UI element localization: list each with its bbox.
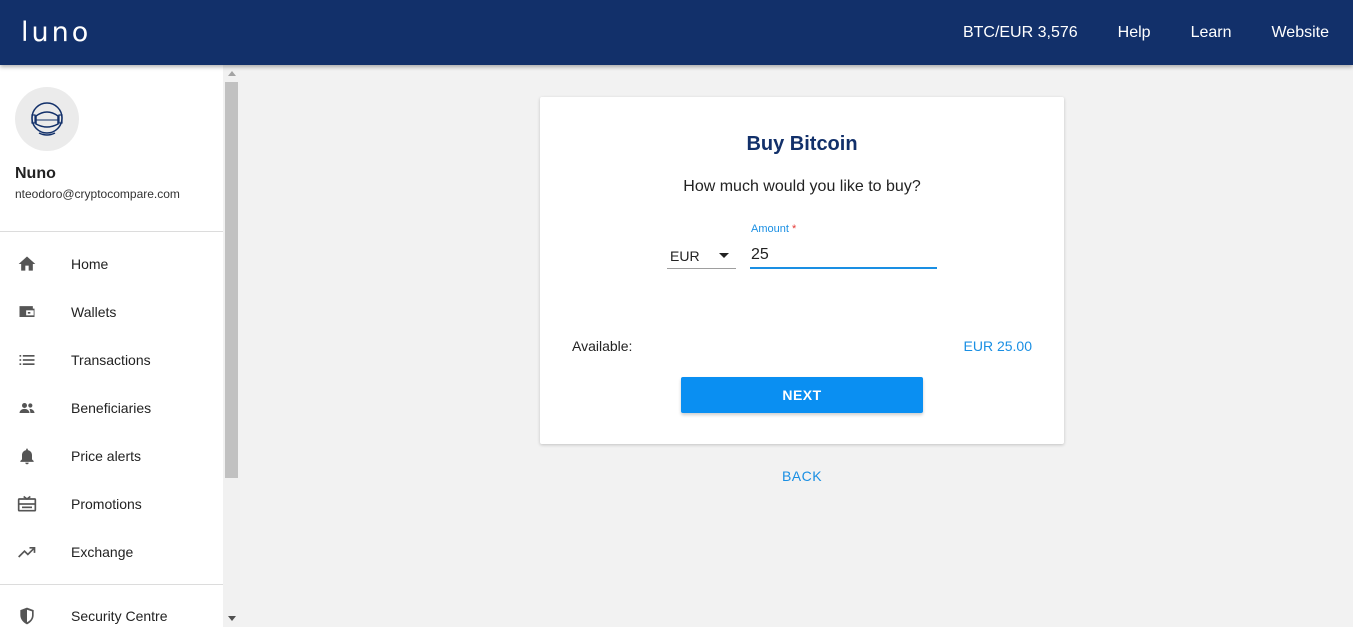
sidebar-item-price-alerts[interactable]: Price alerts <box>0 432 223 480</box>
scrollbar-thumb[interactable] <box>225 82 238 478</box>
available-balance[interactable]: EUR 25.00 <box>964 338 1032 354</box>
astronaut-helmet-icon <box>31 102 63 136</box>
scroll-up-arrow-icon[interactable] <box>223 65 240 82</box>
top-nav: BTC/EUR 3,576 Help Learn Website <box>963 0 1329 65</box>
currency-value: EUR <box>670 248 700 264</box>
available-label: Available: <box>572 338 633 354</box>
sidebar-divider <box>0 584 223 585</box>
sidebar-item-beneficiaries[interactable]: Beneficiaries <box>0 384 223 432</box>
top-header: LUNO BTC/EUR 3,576 Help Learn Website <box>0 0 1353 65</box>
sidebar-item-home[interactable]: Home <box>0 240 223 288</box>
amount-label-text: Amount <box>751 223 789 235</box>
sidebar-scrollbar[interactable] <box>223 65 240 627</box>
nav-website-link[interactable]: Website <box>1271 24 1329 42</box>
buy-prompt: How much would you like to buy? <box>683 178 921 195</box>
back-button[interactable]: BACK <box>540 468 1064 484</box>
sidebar-item-label: Wallets <box>71 304 117 320</box>
sidebar-item-label: Beneficiaries <box>71 400 152 416</box>
trending-up-icon <box>16 541 38 563</box>
sidebar-item-wallets[interactable]: Wallets <box>0 288 223 336</box>
buy-bitcoin-card: Buy Bitcoin How much would you like to b… <box>540 97 1064 444</box>
chevron-down-icon <box>719 253 729 258</box>
people-icon <box>16 397 38 419</box>
shield-icon <box>16 605 38 627</box>
sidebar-item-label: Home <box>71 256 109 272</box>
sidebar-item-label: Security Centre <box>71 608 168 624</box>
sidebar-divider <box>0 231 223 232</box>
page-title: Buy Bitcoin <box>746 133 858 155</box>
bell-icon <box>16 445 38 467</box>
sidebar-item-label: Exchange <box>71 544 134 560</box>
amount-input[interactable] <box>750 242 937 269</box>
sidebar-item-label: Transactions <box>71 352 151 368</box>
sidebar: Nuno nteodoro@cryptocompare.com Home Wal… <box>0 65 223 627</box>
gift-card-icon <box>16 493 38 515</box>
logo-text: LUNO <box>21 16 92 48</box>
sidebar-item-promotions[interactable]: Promotions <box>0 480 223 528</box>
sidebar-item-exchange[interactable]: Exchange <box>0 528 223 576</box>
required-mark: * <box>791 223 797 235</box>
btc-eur-price[interactable]: BTC/EUR 3,576 <box>963 24 1078 42</box>
scroll-down-arrow-icon[interactable] <box>223 610 240 627</box>
user-name: Nuno <box>15 165 56 182</box>
next-button[interactable]: NEXT <box>681 377 923 413</box>
sidebar-item-security-centre[interactable]: Security Centre <box>0 592 223 627</box>
list-icon <box>16 349 38 371</box>
amount-label: Amount * <box>751 223 796 235</box>
avatar[interactable] <box>15 87 79 151</box>
user-email: nteodoro@cryptocompare.com <box>15 187 180 201</box>
luno-logo[interactable]: LUNO <box>21 14 91 50</box>
wallet-icon <box>16 301 38 323</box>
home-icon <box>16 253 38 275</box>
sidebar-item-label: Price alerts <box>71 448 142 464</box>
currency-select[interactable]: EUR <box>667 243 736 269</box>
nav-help-link[interactable]: Help <box>1118 24 1151 42</box>
sidebar-item-transactions[interactable]: Transactions <box>0 336 223 384</box>
sidebar-item-label: Promotions <box>71 496 142 512</box>
nav-learn-link[interactable]: Learn <box>1191 24 1232 42</box>
